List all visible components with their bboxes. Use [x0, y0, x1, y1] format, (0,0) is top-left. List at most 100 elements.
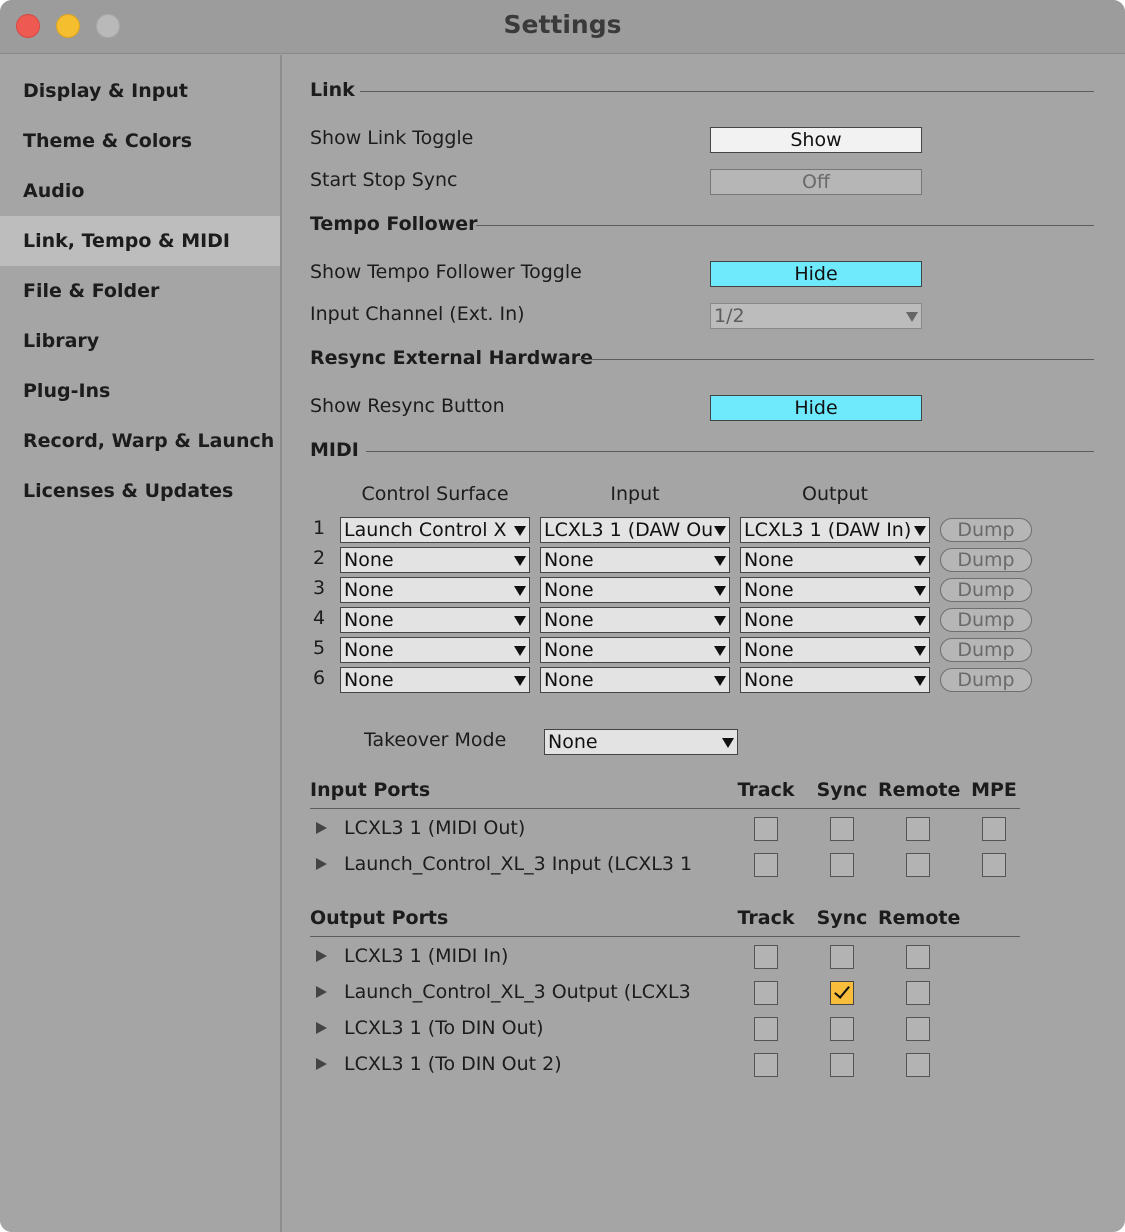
midi-input-select[interactable]: None	[540, 547, 730, 573]
control-surface-select[interactable]: None	[340, 547, 530, 573]
sidebar-item-licenses-updates[interactable]: Licenses & Updates	[0, 466, 280, 516]
input-remote-checkbox[interactable]	[906, 853, 930, 877]
output-port-name: LCXL3 1 (MIDI In)	[344, 945, 509, 967]
input-track-checkbox[interactable]	[754, 817, 778, 841]
output-track-checkbox[interactable]	[754, 981, 778, 1005]
midi-input-value: None	[544, 609, 594, 631]
midi-input-select[interactable]: None	[540, 577, 730, 603]
settings-window: Settings Display & Input Theme & Colors …	[0, 0, 1125, 1232]
expand-triangle-icon[interactable]	[316, 1022, 327, 1034]
output-track-checkbox[interactable]	[754, 945, 778, 969]
input-mpe-checkbox[interactable]	[982, 853, 1006, 877]
dump-button[interactable]: Dump	[940, 578, 1032, 602]
output-track-checkbox[interactable]	[754, 1053, 778, 1077]
control-surface-select[interactable]: None	[340, 637, 530, 663]
chevron-down-icon	[906, 312, 918, 322]
control-surface-value: Launch Control X	[344, 519, 507, 541]
takeover-mode-select[interactable]: None	[544, 729, 738, 755]
show-link-toggle-button[interactable]: Show	[710, 127, 922, 153]
control-surface-select[interactable]: None	[340, 607, 530, 633]
show-tempo-follower-button[interactable]: Hide	[710, 261, 922, 287]
input-ports-heading: Input Ports	[310, 779, 431, 801]
sidebar-item-record-warp-launch[interactable]: Record, Warp & Launch	[0, 416, 280, 466]
input-sync-checkbox[interactable]	[830, 817, 854, 841]
output-port-name: LCXL3 1 (To DIN Out)	[344, 1017, 544, 1039]
expand-triangle-icon[interactable]	[316, 858, 327, 870]
midi-input-select[interactable]: None	[540, 667, 730, 693]
dump-button[interactable]: Dump	[940, 548, 1032, 572]
input-mpe-checkbox[interactable]	[982, 817, 1006, 841]
midi-output-select[interactable]: None	[740, 637, 930, 663]
midi-output-value: None	[744, 609, 794, 631]
chevron-down-icon	[914, 556, 926, 566]
midi-output-value: None	[744, 639, 794, 661]
output-remote-checkbox[interactable]	[906, 981, 930, 1005]
midi-output-select[interactable]: None	[740, 547, 930, 573]
midi-output-select[interactable]: LCXL3 1 (DAW In)	[740, 517, 930, 543]
expand-triangle-icon[interactable]	[316, 950, 327, 962]
input-sync-checkbox[interactable]	[830, 853, 854, 877]
chevron-down-icon	[514, 556, 526, 566]
expand-triangle-icon[interactable]	[316, 822, 327, 834]
section-heading-link: Link	[310, 79, 355, 101]
midi-input-select[interactable]: LCXL3 1 (DAW Ou	[540, 517, 730, 543]
sidebar-item-display-input[interactable]: Display & Input	[0, 66, 280, 116]
dump-button[interactable]: Dump	[940, 608, 1032, 632]
output-col-track: Track	[737, 907, 795, 929]
dump-button[interactable]: Dump	[940, 668, 1032, 692]
input-track-checkbox[interactable]	[754, 853, 778, 877]
section-divider	[360, 91, 1094, 92]
input-channel-select[interactable]: 1/2	[710, 303, 922, 329]
dump-button[interactable]: Dump	[940, 638, 1032, 662]
output-col-remote: Remote	[878, 907, 961, 929]
midi-output-select[interactable]: None	[740, 577, 930, 603]
midi-input-select[interactable]: None	[540, 637, 730, 663]
expand-triangle-icon[interactable]	[316, 986, 327, 998]
chevron-down-icon	[514, 646, 526, 656]
title-bar: Settings	[0, 0, 1125, 54]
midi-output-value: None	[744, 549, 794, 571]
dump-button[interactable]: Dump	[940, 518, 1032, 542]
show-link-toggle-label: Show Link Toggle	[310, 127, 474, 149]
sidebar-item-plug-ins[interactable]: Plug-Ins	[0, 366, 280, 416]
input-col-mpe: MPE	[971, 779, 1017, 801]
output-sync-checkbox[interactable]	[830, 1017, 854, 1041]
chevron-down-icon	[514, 586, 526, 596]
control-surface-select[interactable]: Launch Control X	[340, 517, 530, 543]
chevron-down-icon	[914, 646, 926, 656]
sidebar-item-link-tempo-midi[interactable]: Link, Tempo & MIDI	[0, 216, 280, 266]
input-remote-checkbox[interactable]	[906, 817, 930, 841]
sidebar-item-theme-colors[interactable]: Theme & Colors	[0, 116, 280, 166]
sidebar-item-audio[interactable]: Audio	[0, 166, 280, 216]
takeover-mode-label: Takeover Mode	[364, 729, 507, 751]
control-surface-select[interactable]: None	[340, 577, 530, 603]
show-resync-button[interactable]: Hide	[710, 395, 922, 421]
control-surface-select[interactable]: None	[340, 667, 530, 693]
col-head-input: Input	[610, 483, 660, 505]
sidebar-item-library[interactable]: Library	[0, 316, 280, 366]
midi-row-number: 5	[312, 637, 326, 659]
chevron-down-icon	[722, 738, 734, 748]
output-remote-checkbox[interactable]	[906, 945, 930, 969]
sidebar-item-file-folder[interactable]: File & Folder	[0, 266, 280, 316]
section-divider	[579, 359, 1094, 360]
start-stop-sync-button[interactable]: Off	[710, 169, 922, 195]
output-port-name: LCXL3 1 (To DIN Out 2)	[344, 1053, 562, 1075]
sidebar: Display & Input Theme & Colors Audio Lin…	[0, 55, 280, 1232]
midi-row-number: 6	[312, 667, 326, 689]
output-remote-checkbox[interactable]	[906, 1017, 930, 1041]
expand-triangle-icon[interactable]	[316, 1058, 327, 1070]
output-sync-checkbox[interactable]	[830, 945, 854, 969]
chevron-down-icon	[514, 676, 526, 686]
midi-output-select[interactable]: None	[740, 667, 930, 693]
output-col-sync: Sync	[816, 907, 868, 929]
output-remote-checkbox[interactable]	[906, 1053, 930, 1077]
chevron-down-icon	[914, 526, 926, 536]
midi-input-select[interactable]: None	[540, 607, 730, 633]
input-channel-value: 1/2	[714, 305, 745, 327]
output-sync-checkbox[interactable]	[830, 1053, 854, 1077]
output-sync-checkbox-checked[interactable]	[830, 981, 854, 1005]
input-col-track: Track	[737, 779, 795, 801]
output-track-checkbox[interactable]	[754, 1017, 778, 1041]
midi-output-select[interactable]: None	[740, 607, 930, 633]
